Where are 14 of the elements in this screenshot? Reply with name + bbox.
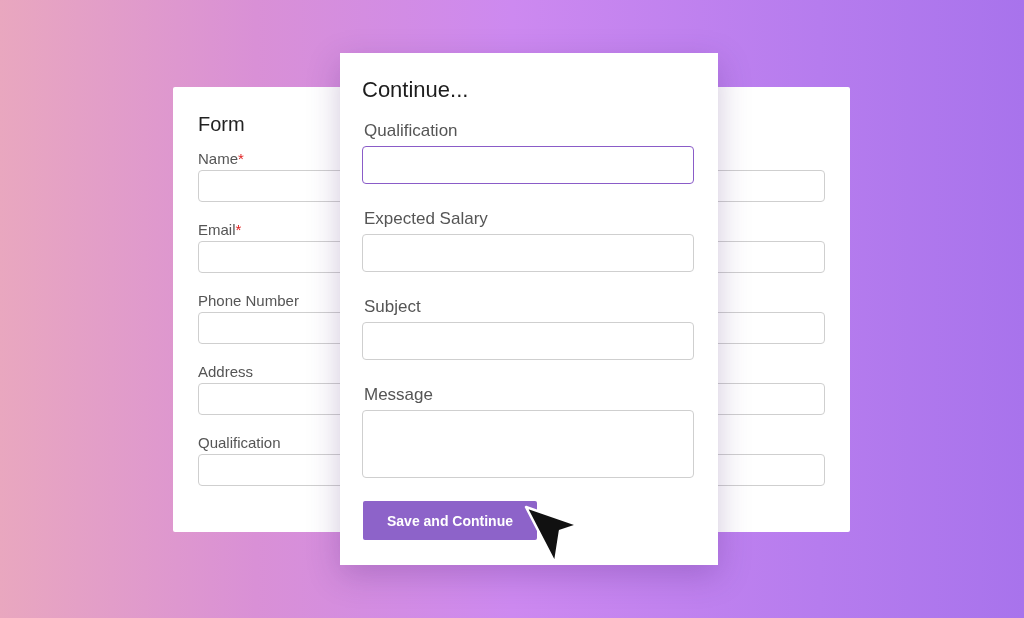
field-label: Subject (364, 297, 421, 317)
field-label: Qualification (364, 121, 458, 141)
field-label: Address (198, 363, 254, 380)
field-label: Email* (198, 221, 242, 238)
input-field[interactable] (362, 146, 694, 184)
save-and-continue-button[interactable]: Save and Continue (363, 501, 537, 540)
field-label: Name* (198, 150, 244, 167)
field-label: Qualification (198, 434, 281, 451)
form-title: Form (198, 113, 245, 136)
field-label: Message (364, 385, 433, 405)
form-title: Continue... (362, 77, 469, 103)
message-field[interactable] (362, 410, 694, 478)
field-label: Phone Number (198, 292, 299, 309)
field-label: Expected Salary (364, 209, 488, 229)
